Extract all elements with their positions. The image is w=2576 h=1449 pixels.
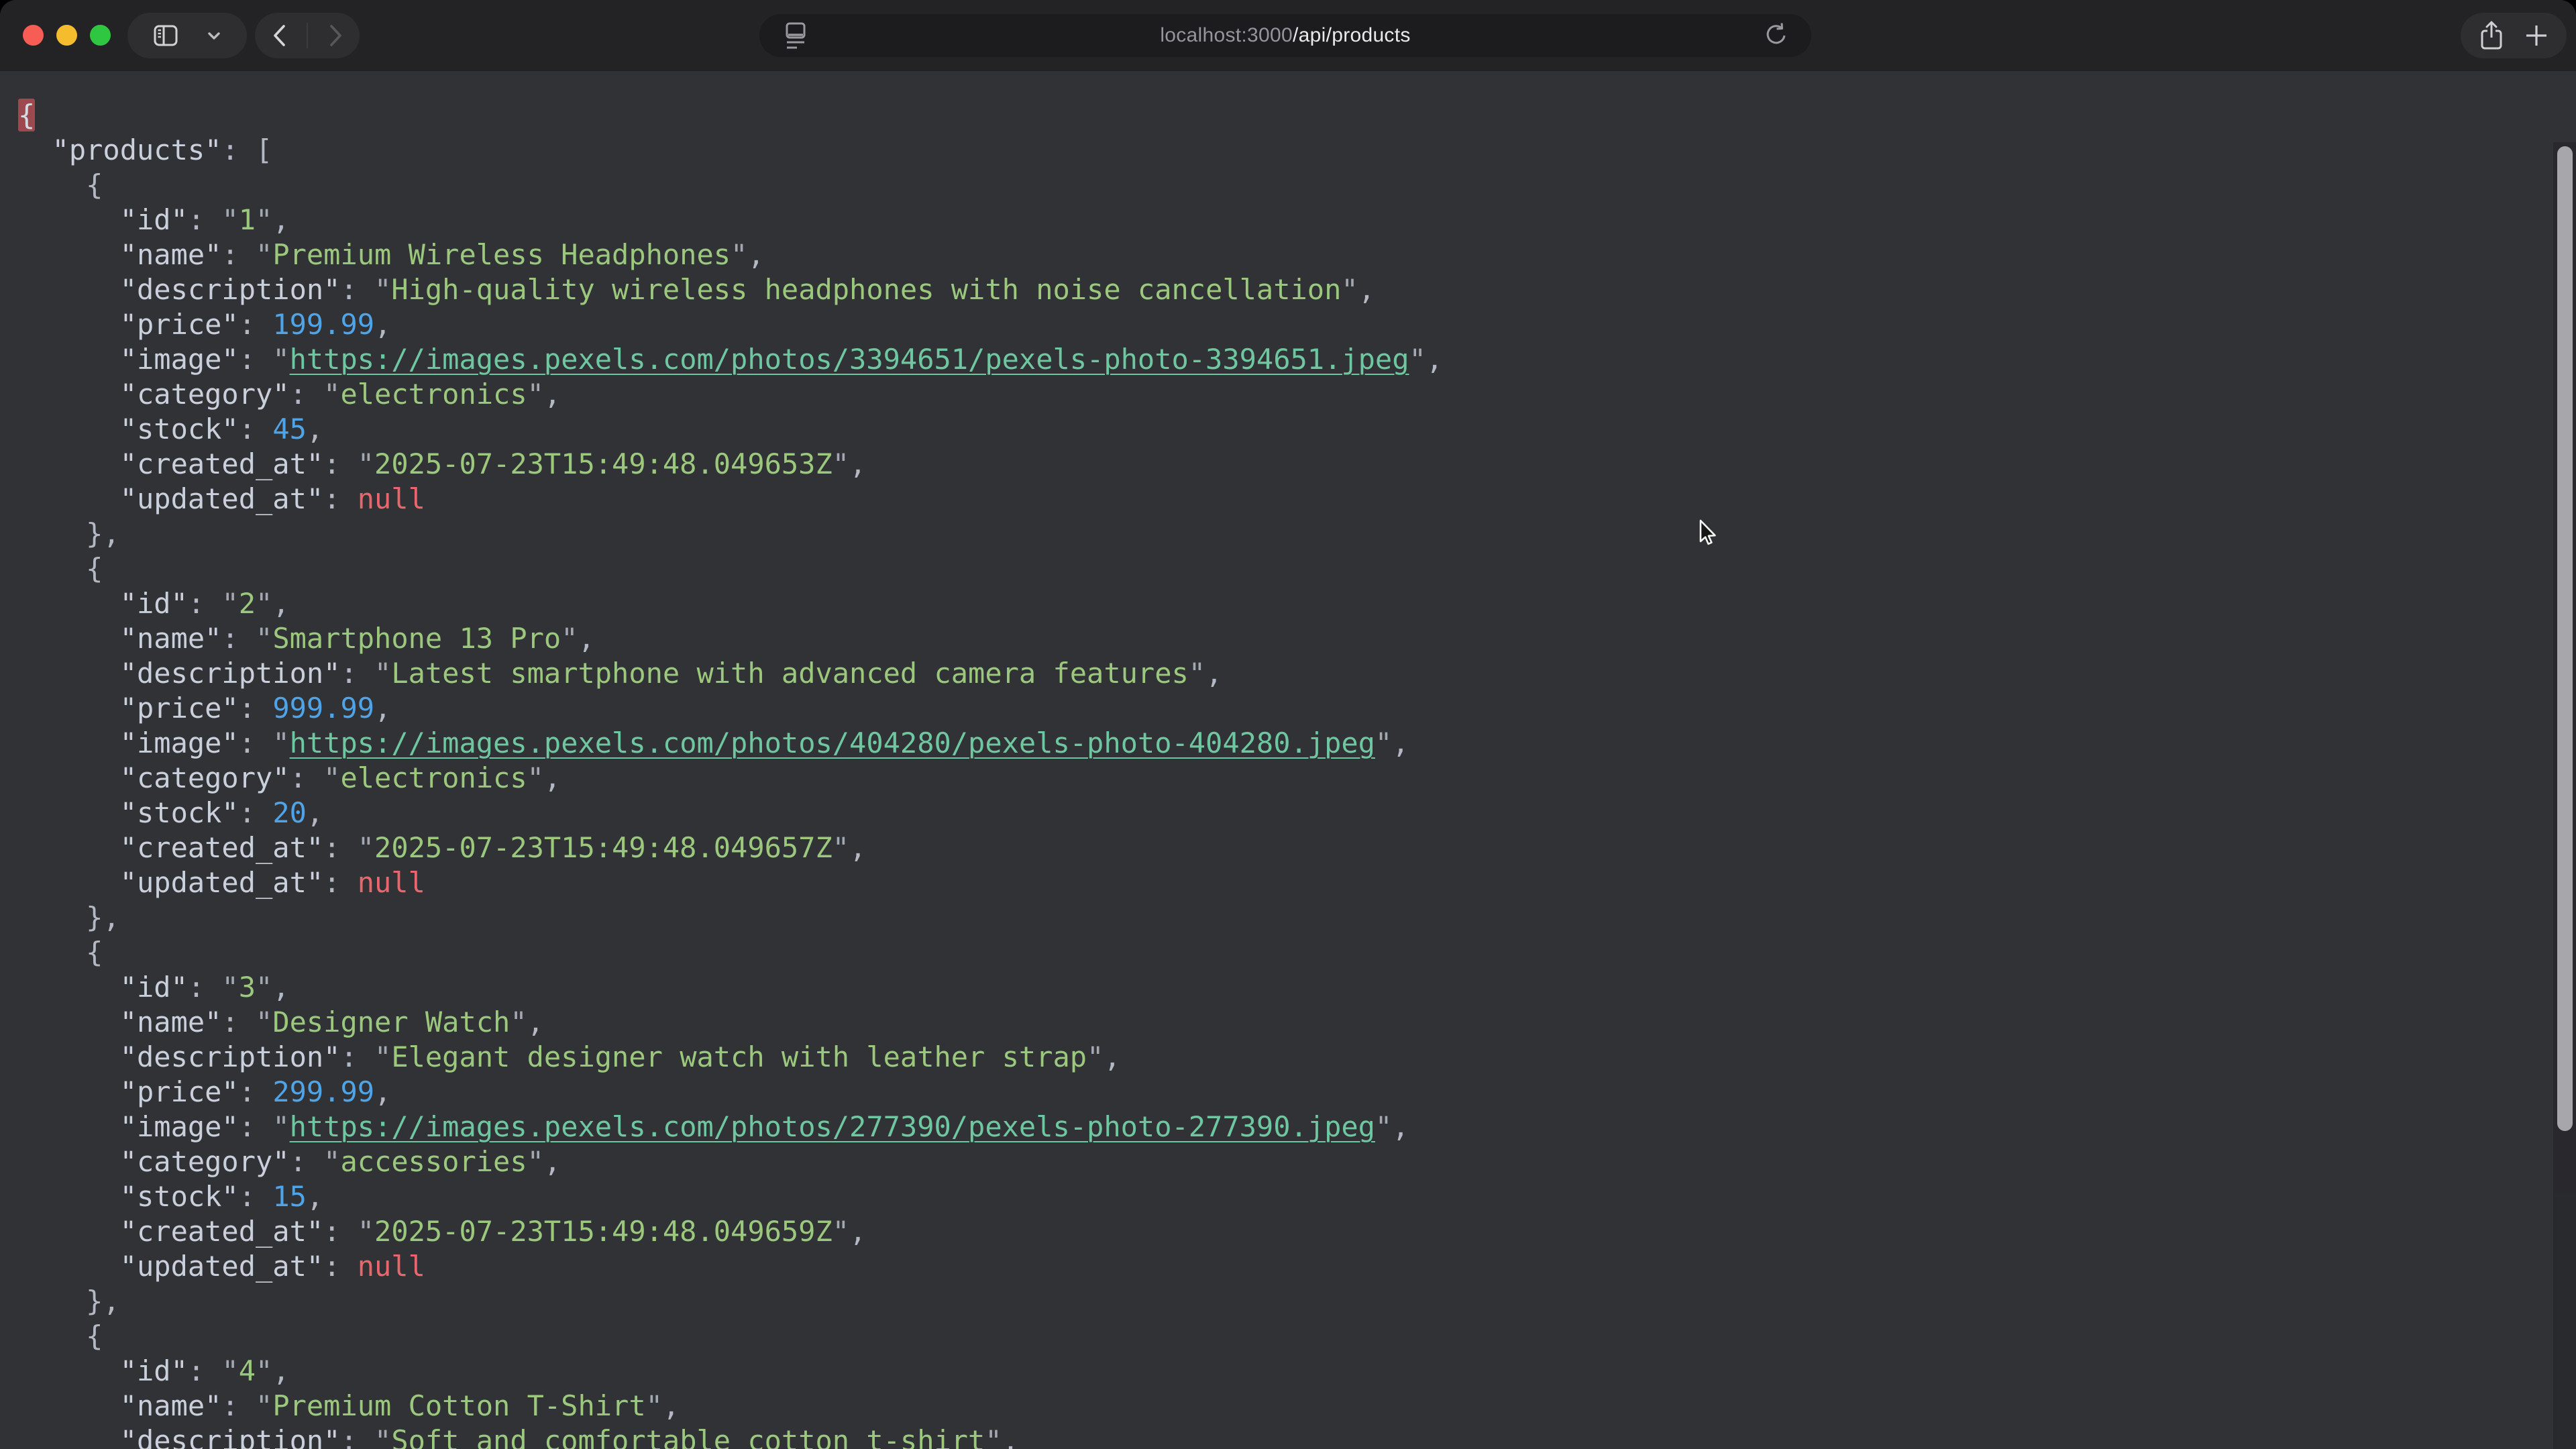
json-line: "updated_at": null <box>18 1249 2576 1284</box>
page-settings-icon <box>781 20 810 51</box>
json-line: "id": "2", <box>18 586 2576 621</box>
json-line: "price": 299.99, <box>18 1075 2576 1110</box>
history-nav-group <box>255 13 360 58</box>
window-controls <box>23 25 111 46</box>
json-line: "updated_at": null <box>18 865 2576 900</box>
json-line: "description": "High-quality wireless he… <box>18 272 2576 307</box>
sidebar-button-group <box>127 13 247 58</box>
address-bar[interactable]: localhost:3000/api/products <box>759 14 1811 57</box>
json-line: "description": "Soft and comfortable cot… <box>18 1424 2576 1449</box>
json-line: "name": "Smartphone 13 Pro", <box>18 621 2576 656</box>
sidebar-icon <box>150 20 181 51</box>
json-line: "description": "Latest smartphone with a… <box>18 656 2576 691</box>
json-line: { <box>18 935 2576 970</box>
json-line: "price": 199.99, <box>18 307 2576 342</box>
json-line: "id": "1", <box>18 203 2576 237</box>
json-line: "image": "https://images.pexels.com/phot… <box>18 342 2576 377</box>
json-viewer: { "products": [ { "id": "1", "name": "Pr… <box>0 71 2576 1449</box>
json-content: { "products": [ { "id": "1", "name": "Pr… <box>0 71 2576 1449</box>
json-line: "image": "https://images.pexels.com/phot… <box>18 726 2576 761</box>
toolbar: localhost:3000/api/products <box>0 0 2576 71</box>
reload-icon <box>1762 21 1790 50</box>
json-line: "name": "Premium Cotton T-Shirt", <box>18 1389 2576 1424</box>
json-link-url[interactable]: https://images.pexels.com/photos/277390/… <box>290 1110 1375 1143</box>
close-button[interactable] <box>23 25 44 46</box>
json-line: "id": "4", <box>18 1354 2576 1389</box>
url-text: localhost:3000/api/products <box>1160 14 1410 57</box>
browser-window: localhost:3000/api/products <box>0 0 2576 1449</box>
json-line: "category": "accessories", <box>18 1144 2576 1179</box>
json-line: "price": 999.99, <box>18 691 2576 726</box>
json-line: "stock": 15, <box>18 1179 2576 1214</box>
json-line: { <box>18 551 2576 586</box>
json-line: "updated_at": null <box>18 482 2576 517</box>
sidebar-toggle-button[interactable] <box>150 20 181 51</box>
page-settings-button[interactable] <box>777 14 814 57</box>
forward-button[interactable] <box>319 21 349 50</box>
json-line: "products": [ <box>18 133 2576 168</box>
back-button[interactable] <box>266 21 296 50</box>
plus-icon <box>2522 21 2551 50</box>
json-link-url[interactable]: https://images.pexels.com/photos/404280/… <box>290 727 1375 759</box>
json-line: "category": "electronics", <box>18 377 2576 412</box>
minimize-button[interactable] <box>56 25 77 46</box>
json-line: }, <box>18 900 2576 935</box>
json-line: "created_at": "2025-07-23T15:49:48.04965… <box>18 447 2576 482</box>
json-line: { <box>18 98 2576 133</box>
chevron-right-icon <box>319 21 349 50</box>
url-host: localhost:3000 <box>1160 24 1293 46</box>
json-line: "created_at": "2025-07-23T15:49:48.04965… <box>18 830 2576 865</box>
new-tab-button[interactable] <box>2522 21 2551 50</box>
chevron-down-icon <box>204 25 224 46</box>
reload-button[interactable] <box>1758 14 1794 57</box>
scrollbar-track[interactable] <box>2553 142 2576 1449</box>
json-line: "id": "3", <box>18 970 2576 1005</box>
json-line: "image": "https://images.pexels.com/phot… <box>18 1110 2576 1144</box>
json-line: "stock": 20, <box>18 796 2576 830</box>
share-newtab-group <box>2461 13 2567 58</box>
json-line: "created_at": "2025-07-23T15:49:48.04965… <box>18 1214 2576 1249</box>
json-line: "category": "electronics", <box>18 761 2576 796</box>
json-line: }, <box>18 517 2576 551</box>
json-line: "stock": 45, <box>18 412 2576 447</box>
tab-group-chevron-button[interactable] <box>204 25 224 46</box>
zoom-button[interactable] <box>90 25 111 46</box>
json-line: { <box>18 1319 2576 1354</box>
chevron-left-icon <box>266 21 296 50</box>
json-line: { <box>18 168 2576 203</box>
nav-divider <box>307 23 308 48</box>
json-link-url[interactable]: https://images.pexels.com/photos/3394651… <box>290 343 1409 376</box>
json-line: }, <box>18 1284 2576 1319</box>
json-line: "description": "Elegant designer watch w… <box>18 1040 2576 1075</box>
json-line: "name": "Designer Watch", <box>18 1005 2576 1040</box>
json-line: "name": "Premium Wireless Headphones", <box>18 237 2576 272</box>
scrollbar-thumb[interactable] <box>2557 146 2573 1131</box>
share-icon <box>2476 19 2507 52</box>
share-button[interactable] <box>2476 19 2507 52</box>
url-path: /api/products <box>1293 24 1411 46</box>
